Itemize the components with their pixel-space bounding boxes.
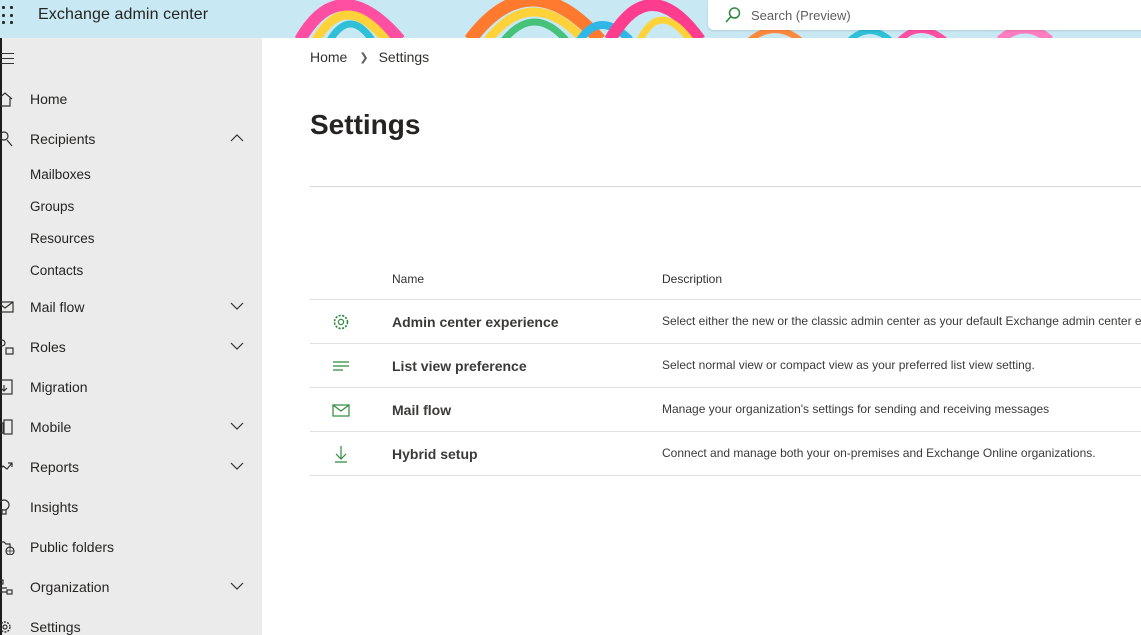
list-icon bbox=[333, 361, 349, 371]
gear-icon bbox=[0, 621, 11, 633]
nav-label-reports: Reports bbox=[30, 459, 80, 475]
nav-item-public-folders[interactable]: Public folders bbox=[0, 527, 262, 567]
nav-label-organization: Organization bbox=[30, 579, 110, 595]
breadcrumb-home-link[interactable]: Home bbox=[310, 49, 347, 65]
title-divider bbox=[310, 186, 1141, 187]
nav-label-settings: Settings bbox=[30, 619, 81, 635]
mobile-icon bbox=[0, 419, 13, 435]
nav-item-home[interactable]: Home bbox=[0, 79, 262, 119]
search-placeholder: Search (Preview) bbox=[751, 8, 851, 23]
gear-icon bbox=[333, 314, 349, 330]
mail-icon bbox=[0, 301, 14, 313]
nav-subitem-mailboxes[interactable]: Mailboxes bbox=[0, 159, 262, 191]
lightbulb-icon bbox=[0, 499, 10, 515]
chevron-right-icon: ❯ bbox=[359, 51, 369, 64]
migration-icon bbox=[0, 379, 13, 395]
nav-subitem-contacts[interactable]: Contacts bbox=[0, 255, 262, 287]
breadcrumb-current: Settings bbox=[378, 49, 430, 65]
row-name[interactable]: Admin center experience bbox=[392, 314, 559, 330]
row-description: Connect and manage both your on-premises… bbox=[662, 446, 1096, 460]
nav-subitem-groups[interactable]: Groups bbox=[0, 191, 262, 223]
table-row[interactable]: Mail flow Manage your organization's set… bbox=[310, 388, 1141, 432]
row-description: Select normal view or compact view as yo… bbox=[662, 358, 1035, 372]
breadcrumb: Home ❯ Settings bbox=[310, 49, 429, 65]
search-box[interactable]: Search (Preview) bbox=[708, 0, 1141, 30]
nav-item-organization[interactable]: Organization bbox=[0, 567, 262, 607]
nav-label-mobile: Mobile bbox=[30, 419, 72, 435]
nav-item-mobile[interactable]: Mobile bbox=[0, 407, 262, 447]
nav-label-migration: Migration bbox=[30, 379, 88, 395]
chevron-down-icon[interactable] bbox=[230, 341, 244, 351]
nav-label-mail-flow: Mail flow bbox=[30, 299, 85, 315]
nav-sublabel-contacts: Contacts bbox=[30, 263, 84, 278]
nav-item-recipients[interactable]: Recipients bbox=[0, 119, 262, 159]
nav-sublabel-groups: Groups bbox=[30, 199, 75, 214]
nav-label-roles: Roles bbox=[30, 339, 66, 355]
table-row[interactable]: List view preference Select normal view … bbox=[310, 344, 1141, 388]
row-name[interactable]: Mail flow bbox=[392, 402, 451, 418]
person-icon bbox=[0, 131, 13, 147]
table-row[interactable]: Admin center experience Select either th… bbox=[310, 300, 1141, 344]
column-header-description[interactable]: Description bbox=[662, 272, 722, 286]
nav-label-public-folders: Public folders bbox=[30, 539, 115, 555]
nav-sublabel-resources: Resources bbox=[30, 231, 95, 246]
chevron-up-icon[interactable] bbox=[230, 133, 244, 143]
download-icon bbox=[335, 446, 347, 463]
nav-item-migration[interactable]: Migration bbox=[0, 367, 262, 407]
nav-label-home: Home bbox=[30, 91, 68, 107]
nav-subitem-resources[interactable]: Resources bbox=[0, 223, 262, 255]
chart-icon bbox=[0, 462, 13, 471]
row-description: Select either the new or the classic adm… bbox=[662, 314, 1141, 328]
app-launcher-icon[interactable] bbox=[2, 6, 16, 26]
nav-label-recipients: Recipients bbox=[30, 131, 96, 147]
row-name[interactable]: List view preference bbox=[392, 358, 527, 374]
row-name[interactable]: Hybrid setup bbox=[392, 446, 478, 462]
row-description: Manage your organization's settings for … bbox=[662, 402, 1050, 416]
nav-item-reports[interactable]: Reports bbox=[0, 447, 262, 487]
nav-item-mail-flow[interactable]: Mail flow bbox=[0, 287, 262, 327]
chevron-down-icon[interactable] bbox=[230, 581, 244, 591]
chevron-down-icon[interactable] bbox=[230, 421, 244, 431]
table-header: Name Description bbox=[310, 260, 1141, 300]
column-header-name[interactable]: Name bbox=[392, 272, 424, 286]
mail-icon bbox=[332, 404, 350, 417]
roles-icon bbox=[0, 339, 14, 355]
main-content: Home ❯ Settings Settings Name Descriptio… bbox=[262, 38, 1141, 635]
nav-label-insights: Insights bbox=[30, 499, 79, 515]
nav-item-roles[interactable]: Roles bbox=[0, 327, 262, 367]
table-row[interactable]: Hybrid setup Connect and manage both you… bbox=[310, 432, 1141, 476]
top-bar: Exchange admin center Search (Preview) bbox=[0, 0, 1141, 38]
public-folder-icon bbox=[0, 541, 15, 555]
left-navigation: Home Recipients Mailboxes Groups Resourc… bbox=[0, 38, 262, 635]
chevron-down-icon[interactable] bbox=[230, 461, 244, 471]
search-icon bbox=[725, 7, 741, 23]
page-title: Settings bbox=[310, 109, 421, 140]
organization-icon bbox=[0, 579, 13, 595]
nav-item-settings[interactable]: Settings bbox=[0, 607, 262, 635]
hamburger-icon[interactable] bbox=[0, 51, 16, 65]
chevron-down-icon[interactable] bbox=[230, 301, 244, 311]
home-icon bbox=[0, 92, 13, 107]
app-title: Exchange admin center bbox=[38, 6, 209, 23]
settings-table: Name Description Admin center experience… bbox=[310, 260, 1141, 476]
nav-item-insights[interactable]: Insights bbox=[0, 487, 262, 527]
nav-sublabel-mailboxes: Mailboxes bbox=[30, 167, 91, 182]
